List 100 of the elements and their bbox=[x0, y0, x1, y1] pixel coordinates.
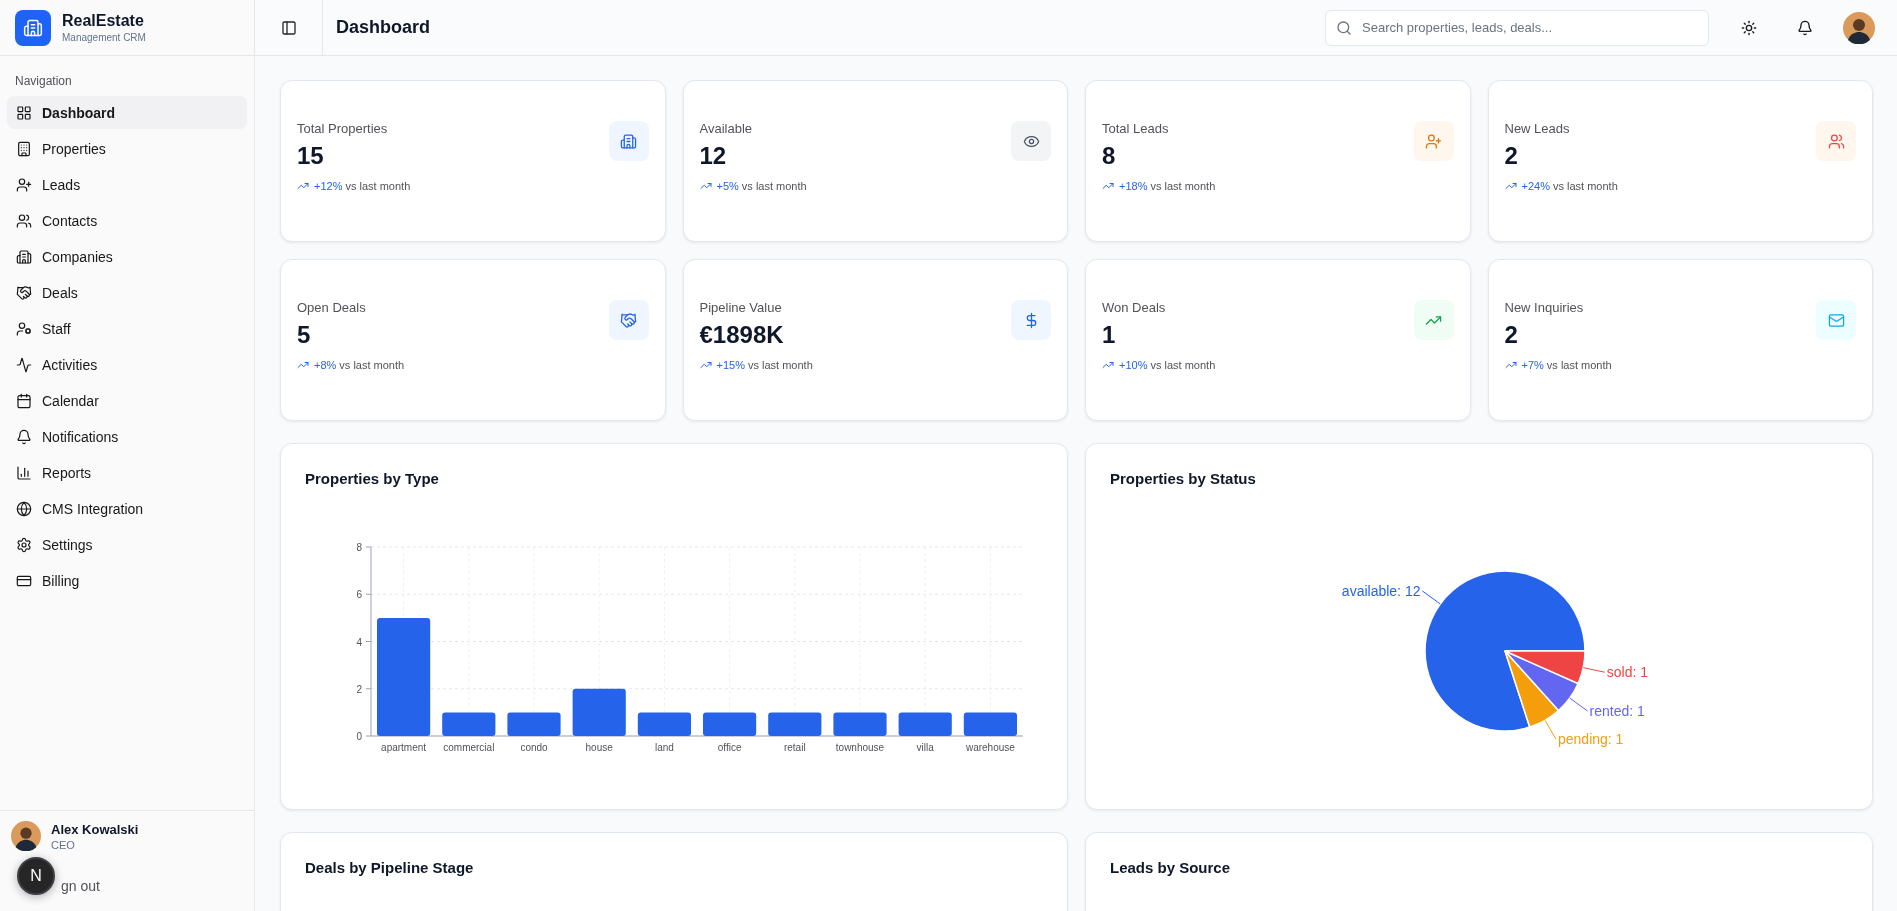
nav-item[interactable]: Properties bbox=[7, 132, 247, 165]
trending-up-icon bbox=[699, 359, 712, 371]
building-icon bbox=[16, 248, 32, 265]
chart-title: Deals by Pipeline Stage bbox=[305, 859, 475, 876]
stat-label: Pipeline Value bbox=[699, 300, 783, 315]
bar bbox=[507, 712, 561, 736]
nav-item[interactable]: Activities bbox=[7, 348, 247, 381]
nav-item[interactable]: Reports bbox=[7, 456, 247, 489]
sun-icon bbox=[1741, 19, 1757, 36]
user-plus-icon bbox=[1425, 132, 1442, 150]
stat-label: Available bbox=[699, 121, 754, 136]
search-field[interactable]: Search properties, leads, deals... bbox=[1325, 9, 1709, 46]
stat-change: +7% bbox=[1521, 359, 1544, 371]
slice-label: sold: 1 bbox=[1606, 664, 1648, 681]
stat-value: 1 bbox=[1102, 321, 1117, 349]
bell-icon bbox=[16, 428, 32, 445]
bar bbox=[898, 712, 952, 736]
stat-label: Won Deals bbox=[1102, 300, 1167, 315]
axis-label: 4 bbox=[356, 636, 362, 648]
nav-item[interactable]: Deals bbox=[7, 276, 247, 309]
users-icon bbox=[16, 212, 32, 229]
page-title: Dashboard bbox=[336, 17, 432, 38]
stat-change: +24% bbox=[1521, 180, 1550, 192]
building-icon bbox=[16, 140, 32, 157]
logo bbox=[15, 9, 51, 46]
mail-icon bbox=[1827, 311, 1845, 329]
nav-item[interactable]: Dashboard bbox=[7, 96, 247, 129]
stat-note: vs last month bbox=[339, 359, 405, 371]
leader-line bbox=[1569, 697, 1588, 712]
brand-name: RealEstate bbox=[62, 12, 145, 30]
handshake-icon bbox=[16, 284, 32, 301]
stat-note: vs last month bbox=[1150, 180, 1216, 192]
stat-note: vs last month bbox=[1150, 359, 1216, 371]
pulse-icon bbox=[16, 356, 32, 373]
bar bbox=[833, 712, 887, 736]
stat-label: Open Deals bbox=[297, 300, 367, 315]
nav-item[interactable]: Companies bbox=[7, 240, 247, 273]
stat-change: +5% bbox=[716, 180, 739, 192]
trending-up-icon bbox=[699, 180, 712, 192]
nav-item[interactable]: CMS Integration bbox=[7, 492, 247, 525]
grid-icon bbox=[16, 104, 32, 121]
nav-item[interactable]: Contacts bbox=[7, 204, 247, 237]
dev-badge[interactable]: N bbox=[17, 857, 55, 895]
axis-label: 2 bbox=[356, 683, 362, 695]
axis-label: warehouse bbox=[965, 742, 1015, 753]
axis-label: townhouse bbox=[835, 742, 885, 753]
nav-item[interactable]: Billing bbox=[7, 564, 247, 597]
user-plus-icon bbox=[16, 176, 32, 193]
globe-icon bbox=[16, 500, 32, 517]
user-gear-icon bbox=[16, 320, 32, 337]
trending-up-icon bbox=[297, 359, 309, 371]
leader-line bbox=[1422, 590, 1441, 605]
axis-label: 8 bbox=[356, 542, 362, 553]
nav-item[interactable]: Notifications bbox=[7, 420, 247, 453]
axis-label: land bbox=[654, 742, 674, 753]
stat-value: 12 bbox=[699, 142, 728, 170]
trending-up-icon bbox=[297, 180, 309, 192]
axis-label: condo bbox=[520, 742, 548, 753]
stat-value: €1898K bbox=[699, 321, 785, 349]
bar bbox=[637, 712, 691, 736]
trending-up-icon bbox=[1504, 359, 1517, 371]
stat-value: 8 bbox=[1102, 142, 1117, 170]
leader-line bbox=[1544, 719, 1557, 740]
handshake-icon bbox=[620, 311, 637, 329]
stat-label: New Inquiries bbox=[1504, 300, 1585, 315]
axis-label: apartment bbox=[381, 742, 427, 753]
axis-label: villa bbox=[916, 742, 934, 753]
bar bbox=[572, 688, 626, 736]
slice-label: available: 12 bbox=[1341, 583, 1421, 600]
axis-label: 6 bbox=[356, 589, 362, 601]
building-icon bbox=[620, 132, 637, 150]
users-icon bbox=[1827, 132, 1845, 150]
avatar bbox=[1843, 11, 1875, 44]
user-name: Alex Kowalski bbox=[51, 821, 139, 837]
stat-label: Total Leads bbox=[1102, 121, 1170, 136]
chart-title: Leads by Source bbox=[1110, 859, 1232, 876]
stat-value: 5 bbox=[297, 321, 312, 349]
slice-label: pending: 1 bbox=[1558, 731, 1624, 748]
settings-icon bbox=[16, 536, 32, 553]
panel-icon bbox=[280, 19, 297, 36]
nav-item[interactable]: Settings bbox=[7, 528, 247, 561]
stat-change: +8% bbox=[314, 359, 337, 371]
bar bbox=[963, 712, 1017, 736]
bar bbox=[442, 712, 496, 736]
trending-up-icon bbox=[1504, 180, 1517, 192]
search-icon bbox=[1336, 19, 1352, 36]
axis-label: commercial bbox=[443, 742, 495, 753]
avatar bbox=[11, 821, 41, 851]
stat-change: +15% bbox=[716, 359, 745, 371]
leader-line bbox=[1582, 667, 1606, 673]
stat-note: vs last month bbox=[1552, 180, 1618, 192]
calendar-icon bbox=[16, 392, 32, 409]
section-label: Navigation bbox=[14, 73, 73, 90]
brand-subtitle: Management CRM bbox=[62, 32, 146, 43]
axis-label: office bbox=[717, 742, 742, 753]
stat-change: +12% bbox=[314, 180, 343, 192]
nav-item[interactable]: Calendar bbox=[7, 384, 247, 417]
nav-item[interactable]: Staff bbox=[7, 312, 247, 345]
stat-change: +10% bbox=[1119, 359, 1148, 371]
nav-item[interactable]: Leads bbox=[7, 168, 247, 201]
